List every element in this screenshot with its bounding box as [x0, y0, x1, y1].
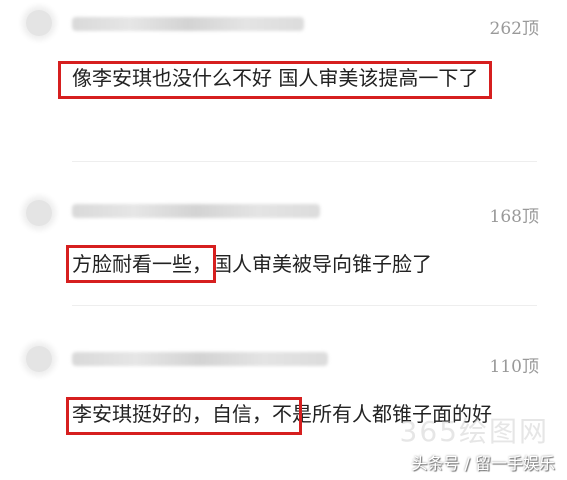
source-watermark: 头条号 / 留一手娱乐 — [411, 454, 555, 473]
username-blurred[interactable] — [72, 352, 328, 366]
avatar[interactable] — [26, 200, 52, 226]
likes-count[interactable]: 262顶 — [490, 14, 539, 39]
username-blurred[interactable] — [72, 204, 320, 218]
divider — [72, 161, 537, 162]
site-watermark: 365绘图网 — [399, 415, 549, 448]
highlight-box — [66, 397, 302, 435]
username-blurred[interactable] — [72, 17, 304, 31]
highlight-box — [58, 61, 492, 99]
highlight-box — [66, 245, 216, 283]
likes-count[interactable]: 110顶 — [490, 352, 539, 377]
comments-page: 262顶 像李安琪也没什么不好 国人审美该提高一下了 168顶 方脸耐看一些，国… — [0, 0, 567, 480]
avatar[interactable] — [26, 10, 52, 36]
divider — [72, 305, 537, 306]
comment-item: 262顶 像李安琪也没什么不好 国人审美该提高一下了 — [0, 0, 567, 162]
avatar[interactable] — [26, 346, 52, 372]
likes-count[interactable]: 168顶 — [490, 202, 539, 227]
comment-item: 168顶 方脸耐看一些，国人审美被导向锥子脸了 — [0, 188, 567, 306]
